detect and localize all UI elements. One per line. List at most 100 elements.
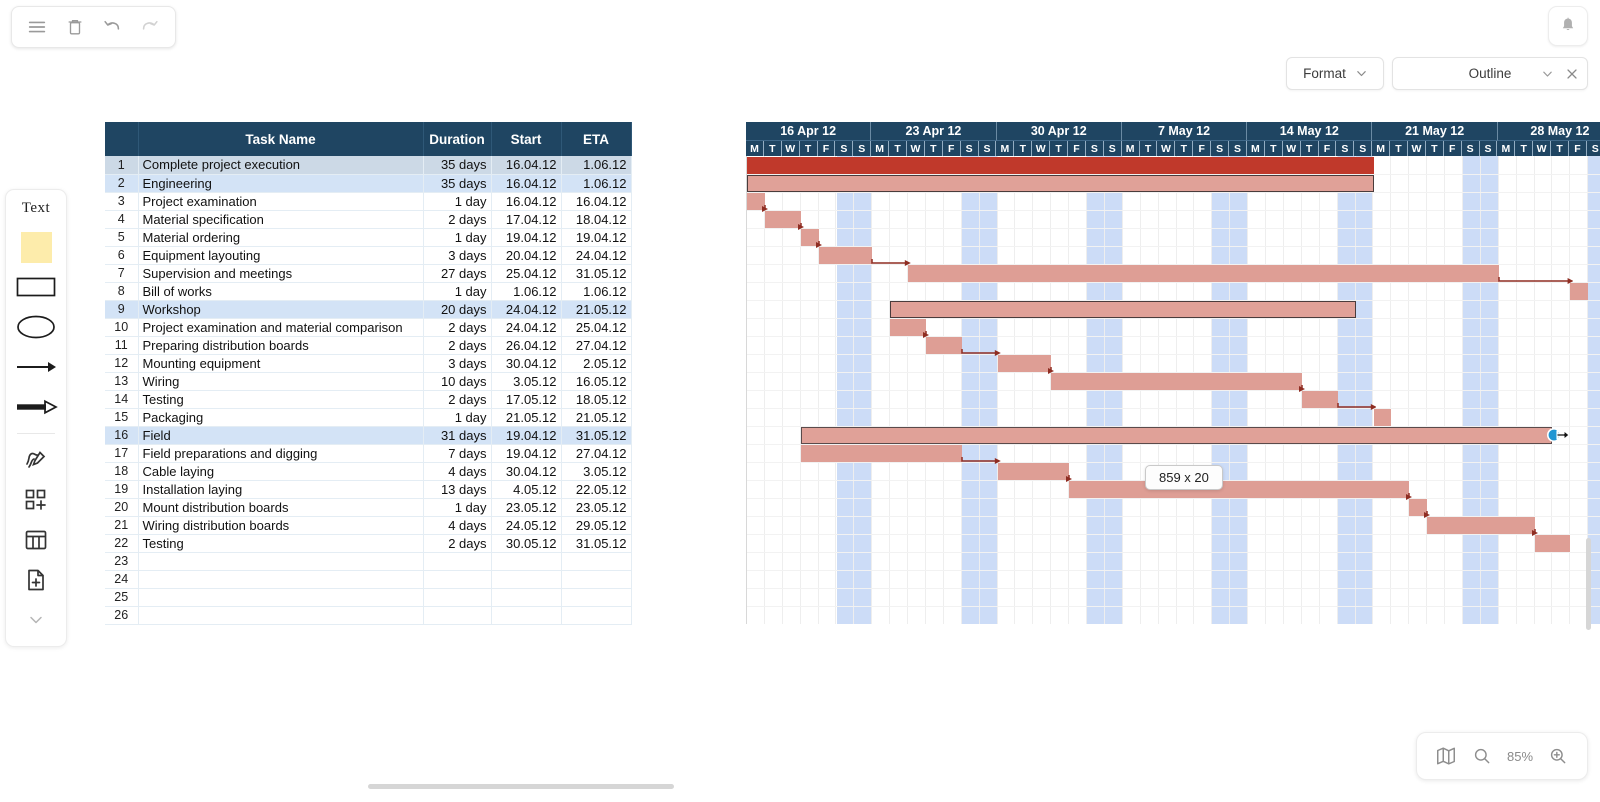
thick-arrow-tool[interactable]	[13, 387, 59, 427]
cell-start[interactable]	[491, 606, 562, 625]
zoom-out-button[interactable]	[1467, 741, 1497, 771]
gantt-bar[interactable]	[800, 445, 962, 462]
cell-duration[interactable]: 1 day	[423, 408, 492, 427]
cell-duration[interactable]: 1 day	[423, 282, 492, 301]
add-shape-tool[interactable]	[13, 480, 59, 520]
ellipse-tool[interactable]	[13, 307, 59, 347]
cell-eta[interactable]	[561, 606, 632, 625]
gantt-bar[interactable]	[747, 157, 1374, 174]
cell-duration[interactable]: 35 days	[423, 174, 492, 193]
cell-eta[interactable]: 18.04.12	[561, 210, 632, 229]
insert-file-tool[interactable]	[13, 560, 59, 600]
cell-eta[interactable]: 25.04.12	[561, 318, 632, 337]
cell-task-name[interactable]: Supervision and meetings	[138, 264, 424, 283]
cell-duration[interactable]: 20 days	[423, 300, 492, 319]
cell-eta[interactable]: 31.05.12	[561, 264, 632, 283]
cell-start[interactable]: 3.05.12	[491, 372, 562, 391]
cell-duration[interactable]: 3 days	[423, 246, 492, 265]
cell-duration[interactable]: 2 days	[423, 390, 492, 409]
gantt-bar[interactable]	[890, 301, 1356, 318]
gantt-bar[interactable]	[997, 355, 1052, 372]
cell-task-name[interactable]	[138, 552, 424, 571]
cell-task-name[interactable]: Material specification	[138, 210, 424, 229]
cell-task-name[interactable]: Wiring distribution boards	[138, 516, 424, 535]
cell-start[interactable]: 24.04.12	[491, 318, 562, 337]
cell-start[interactable]: 16.04.12	[491, 192, 562, 211]
cell-task-name[interactable]: Installation laying	[138, 480, 424, 499]
cell-eta[interactable]: 31.05.12	[561, 426, 632, 445]
cell-duration[interactable]: 31 days	[423, 426, 492, 445]
cell-eta[interactable]: 16.05.12	[561, 372, 632, 391]
cell-eta[interactable]: 23.05.12	[561, 498, 632, 517]
table-row[interactable]: 9 Workshop 20 days 24.04.12 21.05.12	[105, 300, 632, 319]
cell-eta[interactable]: 27.04.12	[561, 336, 632, 355]
table-row[interactable]: 13 Wiring 10 days 3.05.12 16.05.12	[105, 372, 632, 391]
gantt-bar[interactable]	[890, 319, 926, 336]
task-grid[interactable]: Task Name Duration Start ETA 1 Complete proje…	[105, 122, 632, 625]
cell-task-name[interactable]: Bill of works	[138, 282, 424, 301]
cell-task-name[interactable]: Engineering	[138, 174, 424, 193]
table-row[interactable]: 4 Material specification 2 days 17.04.12 18.…	[105, 210, 632, 229]
cell-eta[interactable]: 21.05.12	[561, 300, 632, 319]
sticky-note-tool[interactable]	[13, 227, 59, 267]
cell-task-name[interactable]: Workshop	[138, 300, 424, 319]
chevron-down-icon[interactable]	[1542, 68, 1553, 79]
cell-task-name[interactable]: Mount distribution boards	[138, 498, 424, 517]
cell-eta[interactable]: 29.05.12	[561, 516, 632, 535]
cell-start[interactable]: 19.04.12	[491, 228, 562, 247]
cell-start[interactable]	[491, 588, 562, 607]
cell-eta[interactable]: 19.04.12	[561, 228, 632, 247]
gantt-bar[interactable]	[747, 175, 1374, 192]
table-row[interactable]: 14 Testing 2 days 17.05.12 18.05.12	[105, 390, 632, 409]
vertical-scrollbar[interactable]	[1586, 538, 1591, 630]
cell-start[interactable]: 24.05.12	[491, 516, 562, 535]
cell-task-name[interactable]	[138, 570, 424, 589]
table-row[interactable]: 12 Mounting equipment 3 days 30.04.12 2.05.1…	[105, 354, 632, 373]
cell-start[interactable]: 17.04.12	[491, 210, 562, 229]
cell-start[interactable]: 19.04.12	[491, 444, 562, 463]
minimap-button[interactable]	[1431, 741, 1461, 771]
cell-duration[interactable]: 1 day	[423, 498, 492, 517]
cell-duration[interactable]: 4 days	[423, 462, 492, 481]
cell-eta[interactable]: 24.04.12	[561, 246, 632, 265]
sidebar-expand-button[interactable]	[13, 600, 59, 640]
cell-eta[interactable]: 1.06.12	[561, 156, 632, 175]
cell-task-name[interactable]: Mounting equipment	[138, 354, 424, 373]
cell-start[interactable]: 20.04.12	[491, 246, 562, 265]
table-row[interactable]: 26	[105, 606, 632, 625]
table-row[interactable]: 17 Field preparations and digging 7 days 19…	[105, 444, 632, 463]
cell-eta[interactable]: 22.05.12	[561, 480, 632, 499]
outline-panel-button[interactable]: Outline	[1392, 57, 1588, 90]
cell-duration[interactable]: 27 days	[423, 264, 492, 283]
table-row[interactable]: 23	[105, 552, 632, 571]
cell-task-name[interactable]: Project examination	[138, 192, 424, 211]
cell-duration[interactable]	[423, 570, 492, 589]
cell-eta[interactable]: 1.06.12	[561, 174, 632, 193]
cell-task-name[interactable]: Field	[138, 426, 424, 445]
close-icon[interactable]	[1566, 68, 1578, 80]
text-tool[interactable]: Text	[22, 200, 50, 217]
cell-duration[interactable]	[423, 552, 492, 571]
cell-start[interactable]: 25.04.12	[491, 264, 562, 283]
format-dropdown-button[interactable]: Format	[1286, 57, 1384, 90]
table-row[interactable]: 24	[105, 570, 632, 589]
cell-duration[interactable]	[423, 588, 492, 607]
gantt-bar[interactable]	[908, 265, 1499, 282]
table-row[interactable]: 11 Preparing distribution boards 2 days 26.…	[105, 336, 632, 355]
cell-eta[interactable]: 27.04.12	[561, 444, 632, 463]
rectangle-tool[interactable]	[13, 267, 59, 307]
cell-duration[interactable]: 2 days	[423, 336, 492, 355]
cell-eta[interactable]	[561, 588, 632, 607]
cell-eta[interactable]: 2.05.12	[561, 354, 632, 373]
gantt-timeline[interactable]: 16 Apr 12 23 Apr 12 30 Apr 12 7 May 12 14 Ma…	[746, 122, 1600, 624]
zoom-in-button[interactable]	[1543, 741, 1573, 771]
table-row[interactable]: 5 Material ordering 1 day 19.04.12 19.04.12	[105, 228, 632, 247]
resize-handle-cursor[interactable]	[1545, 425, 1571, 445]
cell-eta[interactable]: 16.04.12	[561, 192, 632, 211]
cell-duration[interactable]: 1 day	[423, 228, 492, 247]
cell-task-name[interactable]	[138, 606, 424, 625]
notifications-button[interactable]	[1548, 6, 1588, 46]
cell-duration[interactable]: 2 days	[423, 318, 492, 337]
cell-start[interactable]: 23.05.12	[491, 498, 562, 517]
cell-start[interactable]: 26.04.12	[491, 336, 562, 355]
